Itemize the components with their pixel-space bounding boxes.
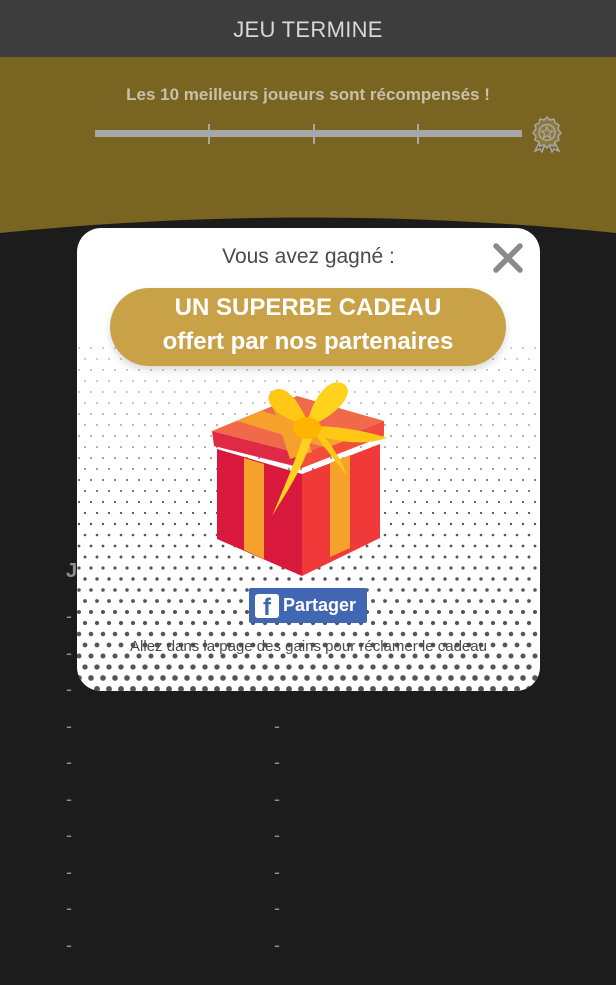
leaderboard-score-cell: - — [274, 861, 280, 882]
leaderboard-rank-cell: - — [66, 788, 72, 809]
leaderboard-rank-cell: - — [66, 715, 72, 736]
leaderboard-header: J — [66, 560, 78, 582]
leaderboard-rank-cell: - — [66, 679, 72, 699]
leaderboard-rank-cell: - — [66, 934, 72, 955]
modal-title: Vous avez gagné : — [222, 245, 395, 268]
progress-tick — [208, 124, 210, 144]
top-bar: JEU TERMINE — [0, 0, 616, 57]
gift-box-icon — [212, 382, 387, 576]
facebook-share-button[interactable]: f Partager — [249, 588, 367, 623]
reward-banner-text: Les 10 meilleurs joueurs sont récompensé… — [126, 85, 490, 104]
award-badge-icon — [532, 115, 562, 153]
leaderboard-score-cell: - — [274, 715, 280, 736]
claim-instructions: Allez dans la page des gains pour réclam… — [130, 638, 487, 655]
share-button-label: Partager — [283, 595, 357, 615]
progress-tick — [417, 124, 419, 144]
prize-title: UN SUPERBE CADEAU — [174, 294, 442, 321]
leaderboard-score-cell: - — [274, 934, 280, 955]
progress-tick — [313, 124, 315, 144]
prize-modal: Vous avez gagné : UN SUPERBE CADEAU offe… — [77, 228, 540, 691]
leaderboard-rank-cell: - — [66, 642, 72, 663]
leaderboard-rank-cell: - — [66, 825, 72, 845]
page-title: JEU TERMINE — [233, 17, 383, 42]
close-icon[interactable] — [490, 240, 526, 276]
facebook-icon: f — [255, 594, 279, 618]
leaderboard-score-cell: - — [274, 788, 280, 809]
leaderboard-rank-cell: - — [66, 606, 72, 626]
reward-progress-bar — [95, 130, 522, 137]
leaderboard-rank-cell: - — [66, 861, 72, 882]
prize-subtitle: offert par nos partenaires — [162, 328, 454, 355]
leaderboard-rank-cell: - — [66, 752, 72, 772]
leaderboard-rank-cell: - — [66, 898, 72, 918]
prize-banner: UN SUPERBE CADEAU offert par nos partena… — [110, 288, 506, 366]
leaderboard-score-cell: - — [274, 752, 280, 772]
leaderboard-score-cell: - — [274, 898, 280, 918]
leaderboard-score-cell: - — [274, 825, 280, 845]
